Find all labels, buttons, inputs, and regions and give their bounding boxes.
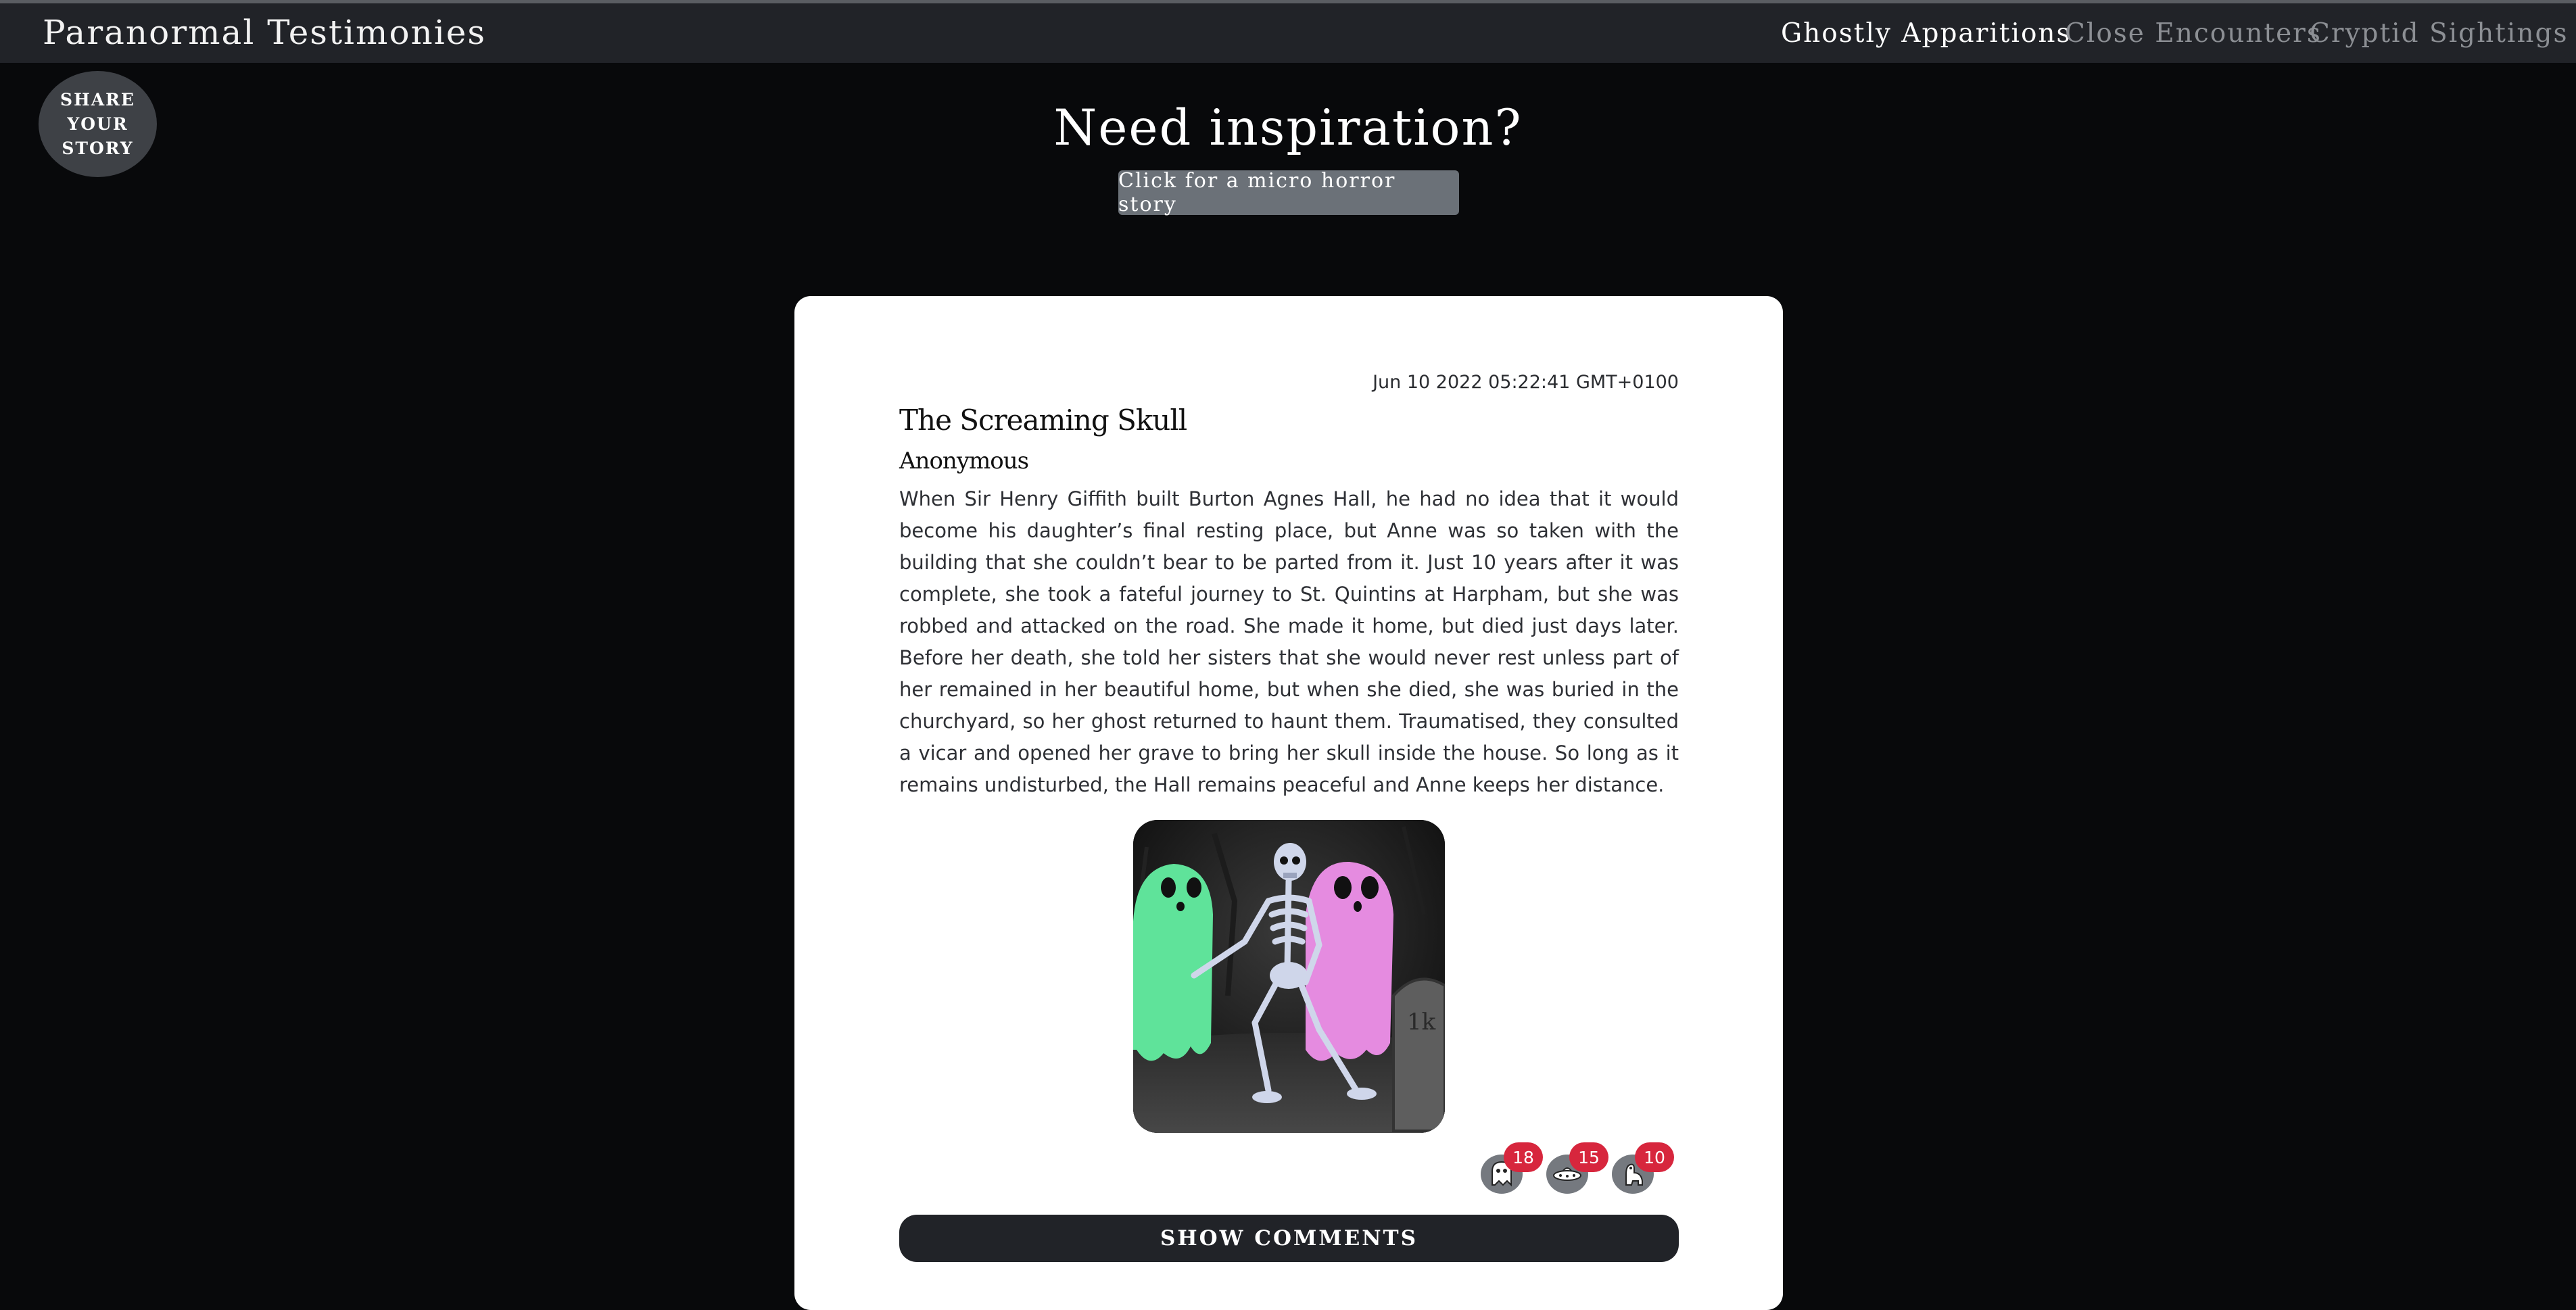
navbar: Paranormal Testimonies Ghostly Apparitio… <box>0 3 2576 63</box>
reaction-ghost-count: 18 <box>1504 1142 1543 1172</box>
post-body: When Sir Henry Giffith built Burton Agne… <box>899 487 1679 796</box>
reaction-ufo-button[interactable]: 15 <box>1546 1142 1608 1194</box>
tombstone-icon <box>1392 977 1445 1132</box>
reaction-cryptid-button[interactable]: 10 <box>1612 1142 1674 1194</box>
post-image: 1k <box>1133 820 1445 1133</box>
svg-text:1k: 1k <box>1407 1009 1436 1036</box>
show-comments-button[interactable]: SHOW COMMENTS <box>899 1215 1679 1262</box>
reaction-ufo-count: 15 <box>1569 1142 1608 1172</box>
brand-title[interactable]: Paranormal Testimonies <box>43 12 486 53</box>
post-date: Jun 10 2022 05:22:41 GMT+0100 <box>1373 372 1679 393</box>
skeleton-ghosts-illustration: 1k <box>1133 820 1445 1133</box>
nav-link-close-encounters[interactable]: Close Encounters <box>2065 17 2322 51</box>
reaction-cryptid-count: 10 <box>1635 1142 1674 1172</box>
post-author: Anonymous <box>899 447 1029 475</box>
nav-link-cryptid-sightings[interactable]: Cryptid Sightings <box>2310 17 2569 51</box>
post-title: The Screaming Skull <box>899 404 1187 437</box>
micro-horror-story-button[interactable]: Click for a micro horror story <box>1118 169 1459 216</box>
reaction-ghost-button[interactable]: 18 <box>1481 1142 1543 1194</box>
nav-link-ghostly-apparitions[interactable]: Ghostly Apparitions <box>1781 17 2072 51</box>
inspiration-heading: Need inspiration? <box>1053 99 1523 157</box>
